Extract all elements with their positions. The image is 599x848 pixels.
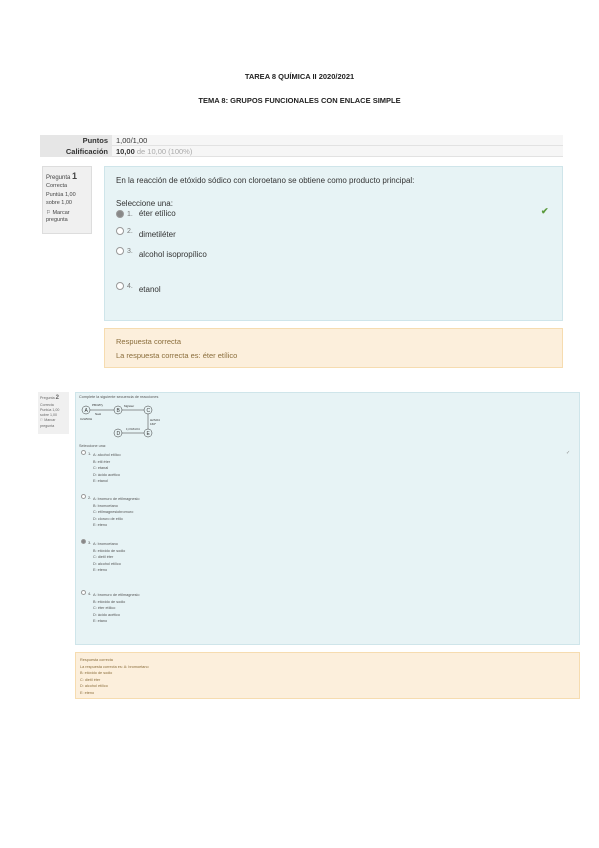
- radio-icon[interactable]: [116, 226, 124, 235]
- document-title: TAREA 8 QUÍMICA II 2020/2021: [244, 72, 355, 81]
- option-line: A: bromuro de etilmagnesio: [93, 593, 140, 597]
- option-letter: 1.: [127, 211, 133, 218]
- scheme-r4-top: 1) KMnO4: [126, 427, 140, 431]
- scheme-r2-top: Mg/éter: [124, 404, 134, 408]
- option-text: éter etílico: [138, 209, 176, 218]
- option-line: A: alcohol etílico: [93, 453, 121, 457]
- radio-icon[interactable]: [81, 450, 86, 455]
- scheme-label-a: A: [85, 408, 89, 414]
- question-2-number: 2: [55, 395, 59, 401]
- option-line: E: eteno: [93, 568, 108, 572]
- question-1-option-1[interactable]: 1. éter etílico: [116, 209, 176, 218]
- option-line: E: etanol: [93, 479, 108, 483]
- option-line: A: bromuro de etilmagnesio: [93, 497, 140, 501]
- scheme-r1-left: C2H5OH: [80, 417, 92, 421]
- option-letter: 2.: [88, 495, 92, 500]
- grade-label: Calificación: [40, 146, 112, 157]
- radio-icon[interactable]: [116, 209, 124, 218]
- question-2-option-3[interactable]: 3. A: bromoetano B: etóxido de sodio C: …: [81, 539, 125, 574]
- option-letter: 4.: [127, 283, 133, 290]
- option-letter: 3.: [88, 540, 92, 545]
- scheme-label-c: C: [147, 408, 151, 414]
- question-1-score: Puntúa 1,00 sobre 1,00: [46, 192, 76, 206]
- points-label: Puntos: [40, 135, 112, 146]
- check-icon: ✔: [541, 206, 549, 216]
- document-subtitle: TEMA 8: GRUPOS FUNCIONALES CON ENLACE SI…: [198, 96, 401, 105]
- question-2-flag-label: Marcar pregunta: [40, 418, 56, 428]
- feedback-line: E: eteno: [80, 690, 95, 695]
- question-2-info: Pregunta 2 Correcta Puntúa 1,00 sobre 1,…: [38, 392, 69, 434]
- option-text: etanol: [138, 285, 161, 294]
- grade-value: 10,00: [116, 147, 135, 156]
- question-2-option-4[interactable]: 4. A: bromuro de etilmagnesio B: etóxido…: [81, 590, 139, 625]
- question-1-box: [104, 166, 563, 321]
- option-line: E: etano: [93, 619, 108, 623]
- check-icon: ✓: [566, 450, 571, 456]
- question-2-select-label: Seleccione una:: [79, 444, 107, 448]
- radio-icon[interactable]: [81, 494, 86, 499]
- question-2-prefix: Pregunta: [40, 396, 55, 400]
- radio-icon[interactable]: [116, 281, 124, 290]
- question-1-status: Correcta: [46, 182, 68, 189]
- question-1-prefix: Pregunta: [46, 175, 71, 181]
- flag-icon: ⚐: [40, 418, 44, 423]
- question-1-text: En la reacción de etóxido sódico con clo…: [116, 176, 415, 185]
- question-1-feedback: Respuesta correcta La respuesta correcta…: [104, 328, 563, 368]
- question-2-feedback: Respuesta correcta La respuesta correcta…: [75, 652, 580, 699]
- question-2-score: Puntúa 1,00 sobre 1,00: [40, 407, 60, 418]
- question-1-number: 1: [72, 171, 78, 181]
- question-2-option-1[interactable]: 1. A: alcohol etílico B: etil éter C: et…: [81, 450, 121, 485]
- question-1-option-2[interactable]: 2. dimetiléter: [116, 226, 176, 239]
- question-1-option-4[interactable]: 4. etanol: [116, 281, 161, 294]
- option-letter: 4.: [88, 591, 92, 596]
- question-1-select-label: Seleccione una:: [116, 199, 173, 208]
- scheme-r1-bottom: NaH: [95, 412, 101, 416]
- option-text: dimetiléter: [138, 230, 176, 239]
- question-1-option-3[interactable]: 3. alcohol isopropílico: [116, 246, 207, 259]
- feedback-answer: La respuesta correcta es: éter etílico: [116, 351, 238, 360]
- radio-icon[interactable]: [81, 590, 86, 595]
- summary-table: Puntos 1,00/1,00 Calificación 10,00 de 1…: [40, 135, 563, 157]
- points-value: 1,00/1,00: [112, 135, 563, 146]
- grade-rest: de 10,00 (100%): [136, 147, 193, 156]
- radio-icon[interactable]: [116, 246, 124, 255]
- radio-icon[interactable]: [81, 539, 86, 544]
- question-2-flag[interactable]: ⚐ Marcar pregunta: [40, 418, 67, 428]
- question-1-info: Pregunta 1 Correcta Puntúa 1,00 sobre 1,…: [42, 166, 92, 234]
- question-1-flag[interactable]: ⚐ Marcar pregunta: [46, 210, 88, 225]
- question-2-option-2[interactable]: 2. A: bromuro de etilmagnesio B: bromoet…: [81, 494, 139, 529]
- feedback-title: Respuesta correcta: [116, 337, 182, 346]
- option-letter: 1.: [88, 451, 92, 456]
- grade-value-cell: 10,00 de 10,00 (100%): [112, 146, 563, 157]
- option-line: C: etilmagnesiobromuro: [93, 510, 134, 514]
- reaction-scheme: A B C E D PBr3/Py NaH C2H5OH Mg/éter H2S…: [80, 403, 160, 438]
- scheme-r1-top: PBr3/Py: [92, 403, 104, 407]
- scheme-label-d: D: [117, 431, 121, 437]
- option-letter: 2.: [127, 228, 133, 235]
- flag-icon: ⚐: [46, 209, 51, 216]
- scheme-label-b: B: [117, 408, 121, 414]
- scheme-r3-right2: 160°: [150, 422, 157, 426]
- option-line: E: eteno: [93, 523, 108, 527]
- scheme-label-e: E: [147, 431, 151, 437]
- option-letter: 3.: [127, 248, 133, 255]
- option-text: alcohol isopropílico: [138, 250, 207, 259]
